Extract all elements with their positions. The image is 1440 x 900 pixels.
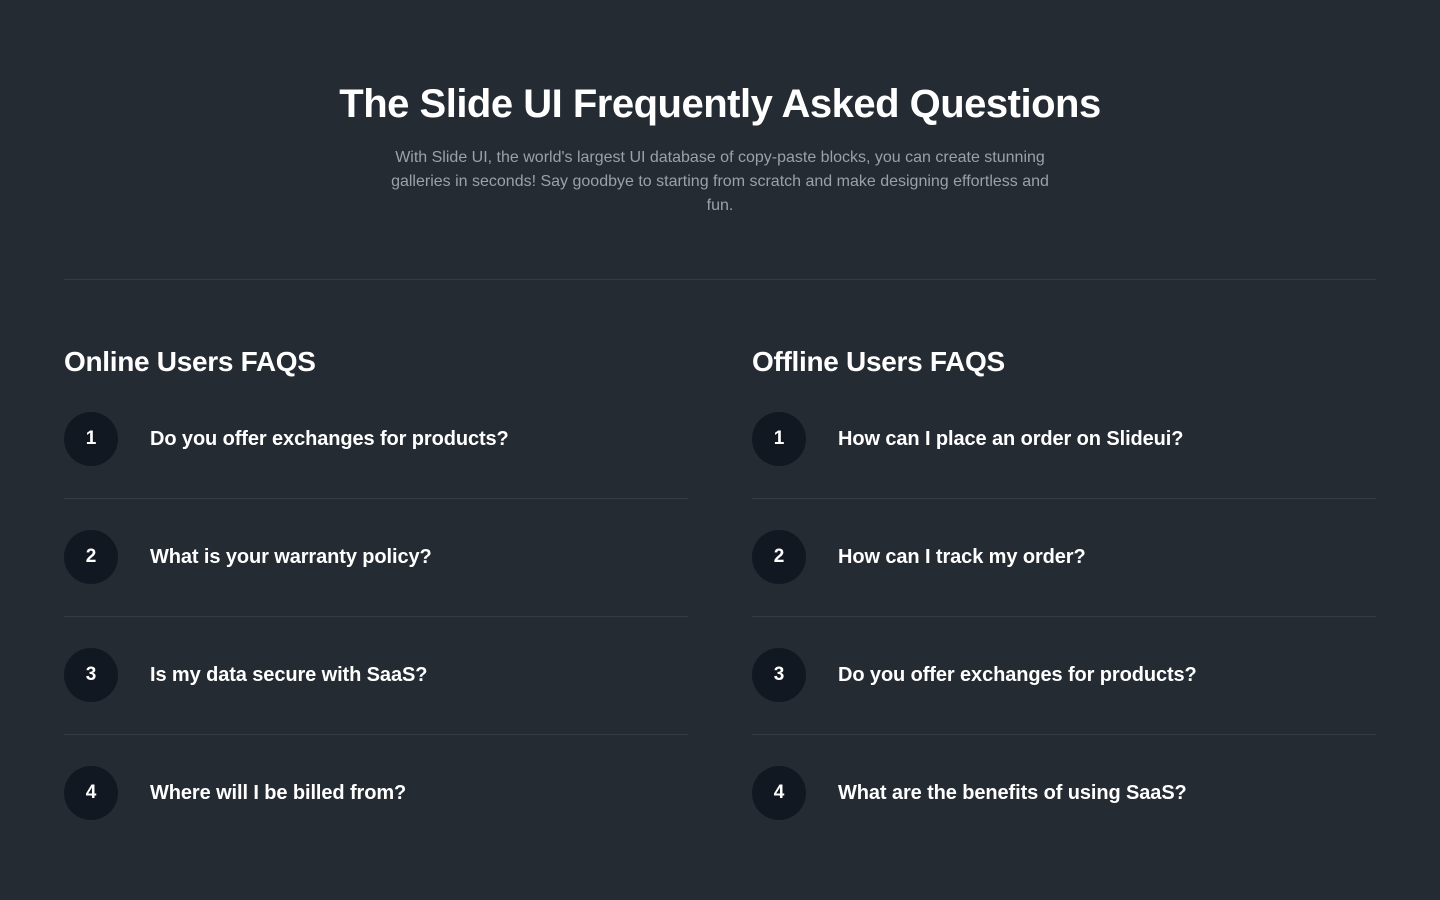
faq-question: Where will I be billed from?: [150, 781, 407, 804]
online-faq-heading: Online Users FAQS: [64, 346, 316, 377]
online-faq-column: Online Users FAQS 1 Do you offer exchang…: [64, 342, 688, 820]
faq-item[interactable]: 2 What is your warranty policy?: [64, 530, 688, 584]
faq-number-badge: 4: [752, 766, 806, 820]
page-subtitle: With Slide UI, the world's largest UI da…: [391, 149, 1049, 214]
faq-question: Do you offer exchanges for products?: [150, 427, 509, 450]
page-title: The Slide UI Frequently Asked Questions: [339, 82, 1101, 126]
faq-number-badge: 2: [64, 530, 118, 584]
faq-divider: [752, 734, 1376, 735]
faq-divider: [752, 616, 1376, 617]
faq-question: Do you offer exchanges for products?: [838, 663, 1197, 686]
section-divider: [64, 279, 1376, 280]
faq-divider: [64, 616, 688, 617]
faq-question: Is my data secure with SaaS?: [150, 663, 428, 686]
faq-number-badge: 1: [752, 412, 806, 466]
faq-number-badge: 1: [64, 412, 118, 466]
faq-divider: [64, 734, 688, 735]
faq-question: What are the benefits of using SaaS?: [838, 781, 1187, 804]
faq-question: How can I track my order?: [838, 545, 1086, 568]
faq-item[interactable]: 4 What are the benefits of using SaaS?: [752, 766, 1376, 820]
faq-divider: [752, 498, 1376, 499]
offline-faq-heading: Offline Users FAQS: [752, 346, 1005, 377]
faq-page: The Slide UI Frequently Asked Questions …: [0, 0, 1440, 900]
online-faq-list: 1 Do you offer exchanges for products? 2…: [64, 412, 688, 820]
offline-faq-list: 1 How can I place an order on Slideui? 2…: [752, 412, 1376, 820]
faq-item[interactable]: 3 Do you offer exchanges for products?: [752, 648, 1376, 702]
hero-section: The Slide UI Frequently Asked Questions …: [0, 78, 1440, 218]
faq-number-badge: 3: [752, 648, 806, 702]
faq-item[interactable]: 1 How can I place an order on Slideui?: [752, 412, 1376, 466]
faq-divider: [64, 498, 688, 499]
faq-number-badge: 4: [64, 766, 118, 820]
faq-question: What is your warranty policy?: [150, 545, 432, 568]
faq-number-badge: 3: [64, 648, 118, 702]
faq-item[interactable]: 4 Where will I be billed from?: [64, 766, 688, 820]
faq-number-badge: 2: [752, 530, 806, 584]
faq-question: How can I place an order on Slideui?: [838, 427, 1184, 450]
offline-faq-column: Offline Users FAQS 1 How can I place an …: [752, 342, 1376, 820]
faq-item[interactable]: 3 Is my data secure with SaaS?: [64, 648, 688, 702]
faq-item[interactable]: 2 How can I track my order?: [752, 530, 1376, 584]
faq-item[interactable]: 1 Do you offer exchanges for products?: [64, 412, 688, 466]
